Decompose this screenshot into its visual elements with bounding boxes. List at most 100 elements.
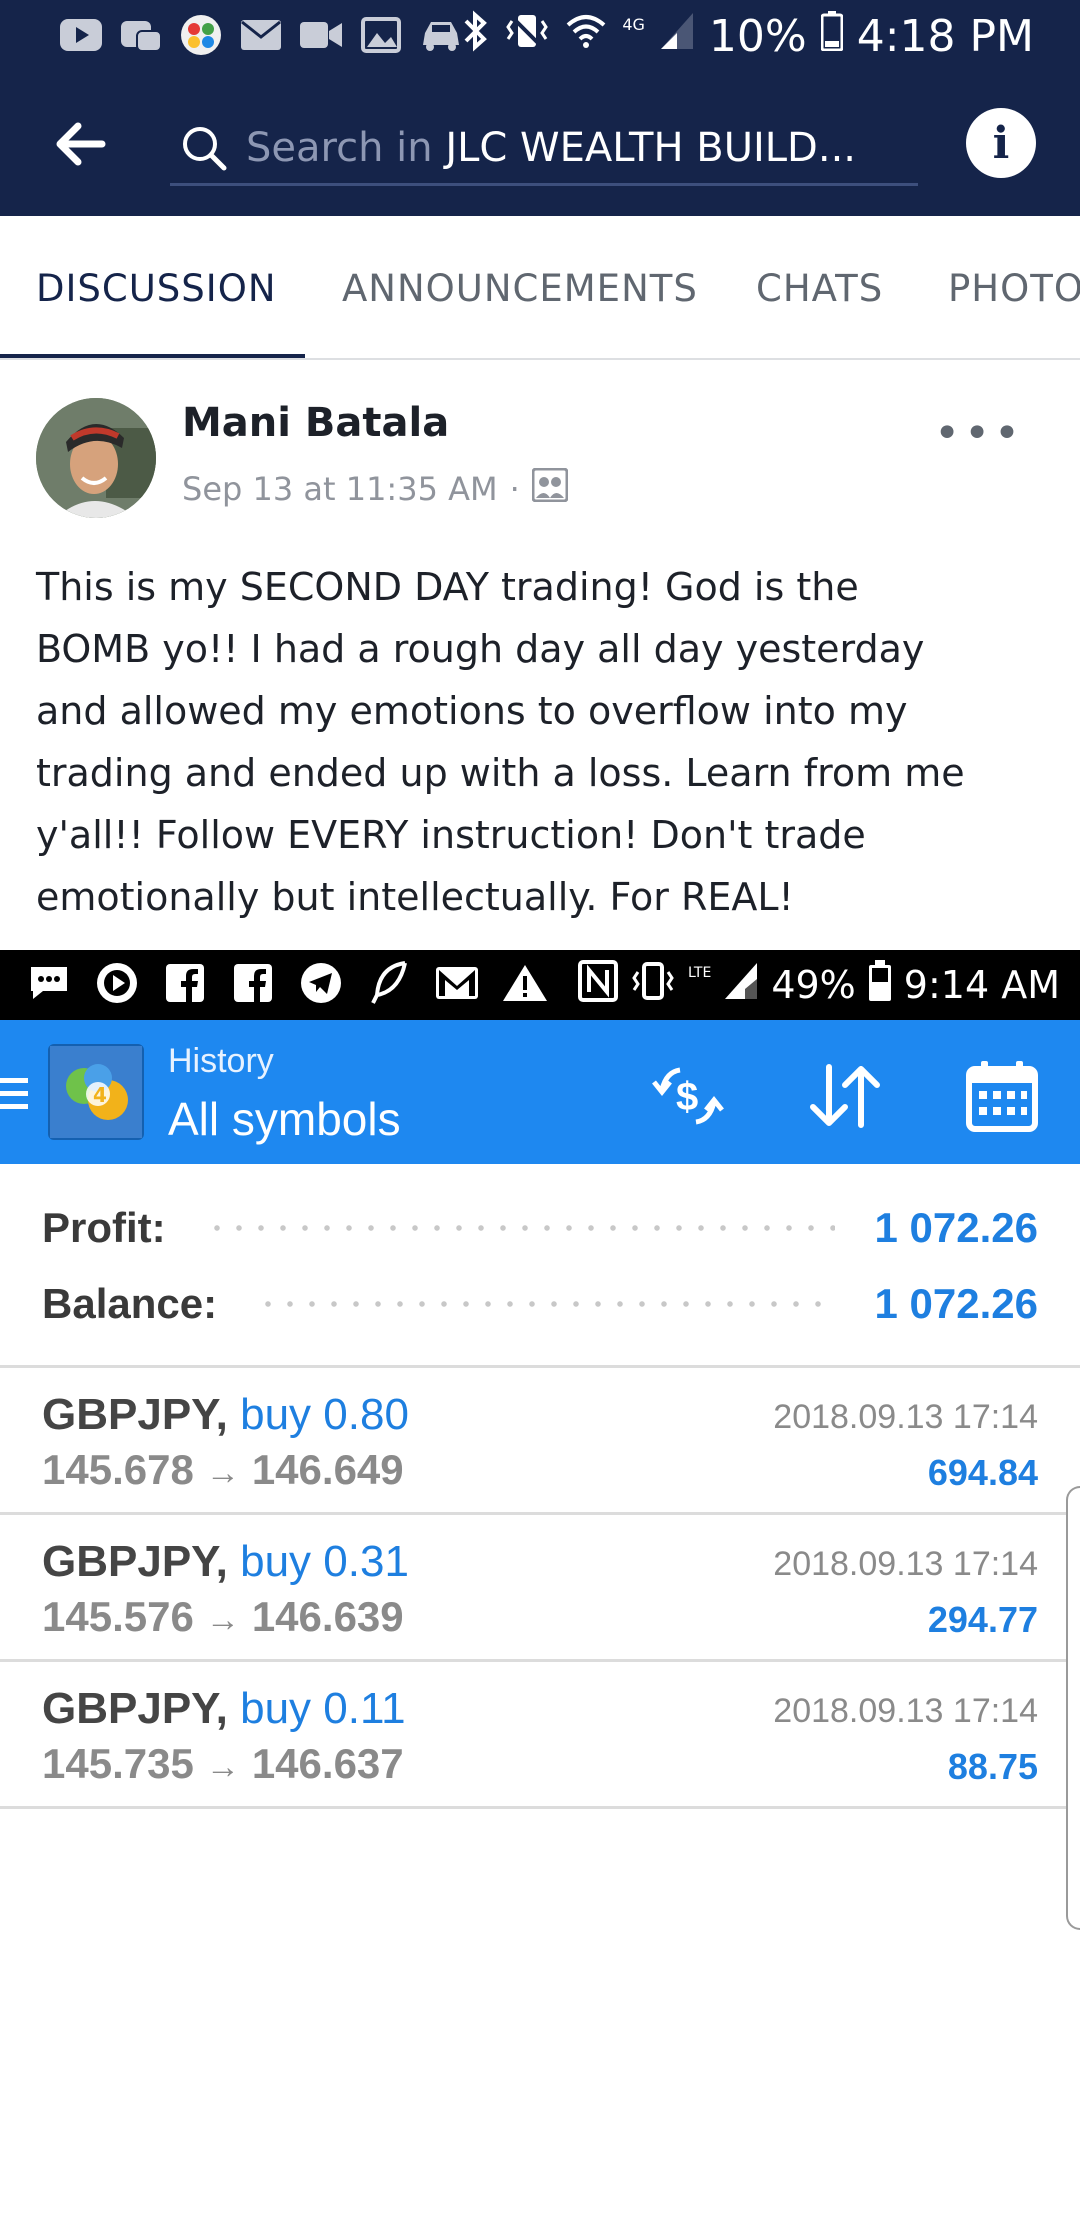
deal-profit: 294.77 (927, 1599, 1038, 1640)
deal-action: buy 0.11 (240, 1684, 406, 1733)
metatrader-logo-icon: 4 (48, 1044, 144, 1140)
deal-time: 2018.09.13 17:14 (773, 1545, 1038, 1583)
deal-close-price: 146.639 (251, 1593, 404, 1640)
search-placeholder: Search in JLC WEALTH BUILD... (246, 124, 856, 171)
info-button[interactable]: i (966, 108, 1036, 178)
status-bar: 4G 10% 4:18 PM (0, 0, 1080, 72)
battery-percent: 49% (771, 963, 856, 1007)
arrow-right-icon: → (205, 1748, 240, 1786)
post-meta: Sep 13 at 11:35 AM · (182, 467, 569, 510)
play-icon (94, 960, 140, 1006)
list-item[interactable]: GBPJPY, buy 0.80 145.678 → 146.649 2018.09… (0, 1368, 1080, 1515)
facebook-icon (230, 960, 276, 1006)
deal-close-price: 146.637 (251, 1740, 404, 1787)
deals-list: GBPJPY, buy 0.80 145.678 → 146.649 2018.09… (0, 1368, 1080, 1809)
more-options-button[interactable]: ••• (934, 408, 1024, 459)
mail-icon (238, 12, 284, 58)
tab-chats[interactable]: CHATS (756, 216, 883, 358)
image-icon (358, 12, 404, 58)
battery-percent: 10% (708, 10, 807, 62)
battery-icon (868, 959, 892, 1011)
meta-separator: · (509, 470, 520, 508)
post-body: This is my SECOND DAY trading! God is th… (36, 556, 1046, 928)
status-time: 9:14 AM (903, 963, 1060, 1007)
post-line: trading and ended up with a loss. Learn … (36, 751, 965, 795)
status-time: 4:18 PM (856, 10, 1034, 62)
deal-open-price: 145.576 (42, 1593, 194, 1640)
profit-row: Profit: 1 072.26 (42, 1198, 1038, 1258)
deal-symbol: GBPJPY, (42, 1684, 228, 1733)
gmail-icon (434, 960, 480, 1006)
post-timestamp[interactable]: Sep 13 at 11:35 AM (182, 470, 498, 508)
post-line: and allowed my emotions to overflow into… (36, 689, 908, 733)
bluetooth-icon (460, 9, 490, 64)
list-item[interactable]: GBPJPY, buy 0.11 145.735 → 146.637 2018.09… (0, 1662, 1080, 1809)
screen-title: History (168, 1042, 274, 1080)
group-audience-icon (531, 467, 569, 510)
battery-icon (820, 10, 844, 62)
attached-screenshot-status-bar: LTE 49% 9:14 AM (0, 950, 1080, 1020)
tab-discussion[interactable]: DISCUSSION (36, 216, 277, 358)
game-icon (118, 12, 164, 58)
signal-icon (723, 961, 759, 1010)
search-icon (180, 124, 228, 172)
deal-time: 2018.09.13 17:14 (773, 1692, 1038, 1730)
deal-profit: 88.75 (947, 1746, 1038, 1787)
deal-action: buy 0.80 (240, 1390, 409, 1439)
currency-exchange-icon[interactable]: $ (648, 1056, 728, 1136)
post-line: y'all!! Follow EVERY instruction! Don't … (36, 813, 866, 857)
tab-announcements[interactable]: ANNOUNCEMENTS (342, 216, 698, 358)
color-ball-icon (178, 12, 224, 58)
post-line: This is my SECOND DAY trading! God is th… (36, 565, 859, 609)
deal-open-price: 145.735 (42, 1740, 194, 1787)
balance-row: Balance: 1 072.26 (42, 1274, 1038, 1334)
profit-label: Profit: (42, 1204, 166, 1251)
warning-icon (502, 960, 548, 1006)
post-card: Mani Batala Sep 13 at 11:35 AM · ••• Thi… (0, 360, 1080, 950)
lte-label: LTE (688, 965, 712, 981)
arrow-right-icon: → (205, 1454, 240, 1492)
avatar[interactable] (36, 398, 156, 518)
telegram-icon (298, 960, 344, 1006)
history-summary: Profit: 1 072.26 Balance: 1 072.26 (0, 1164, 1080, 1368)
svg-text:$: $ (676, 1075, 698, 1119)
calendar-icon[interactable] (962, 1056, 1042, 1136)
sort-icon[interactable] (805, 1056, 885, 1136)
search-header: Search in JLC WEALTH BUILD... i (0, 72, 1080, 216)
balance-label: Balance: (42, 1280, 218, 1327)
signal-icon (659, 11, 695, 62)
menu-icon[interactable] (0, 1074, 30, 1114)
back-arrow-icon[interactable] (52, 116, 108, 172)
vibrate-icon (504, 9, 550, 64)
group-search-input[interactable]: Search in JLC WEALTH BUILD... (170, 112, 918, 186)
wifi-icon (564, 11, 608, 62)
chat-icon (26, 960, 72, 1006)
tab-photos[interactable]: PHOTOS (948, 216, 1080, 358)
post-line: emotionally but intellectually. For REAL… (36, 875, 794, 919)
profit-value: 1 072.26 (874, 1204, 1039, 1251)
list-item[interactable]: GBPJPY, buy 0.31 145.576 → 146.639 2018.09… (0, 1515, 1080, 1662)
deal-action: buy 0.31 (240, 1537, 409, 1586)
post-author[interactable]: Mani Batala (182, 400, 449, 446)
car-icon (418, 12, 464, 58)
youtube-icon (58, 12, 104, 58)
dotted-leader (205, 1224, 835, 1232)
deal-close-price: 146.649 (251, 1446, 404, 1493)
nfc-icon (578, 959, 619, 1011)
facebook-icon (162, 960, 208, 1006)
arrow-right-icon: → (205, 1601, 240, 1639)
scroll-handle[interactable] (1066, 1486, 1080, 1930)
deal-profit: 694.84 (927, 1452, 1038, 1493)
feather-icon (366, 960, 412, 1006)
symbol-filter[interactable]: All symbols (168, 1092, 401, 1146)
video-icon (298, 12, 344, 58)
network-type: 4G (622, 14, 645, 34)
group-tabs: DISCUSSION ANNOUNCEMENTS CHATS PHOTOS (0, 216, 1080, 360)
trade-app-toolbar: 4 History All symbols $ (0, 1020, 1080, 1164)
deal-open-price: 145.678 (42, 1446, 194, 1493)
deal-time: 2018.09.13 17:14 (773, 1398, 1038, 1436)
svg-text:4: 4 (93, 1083, 107, 1107)
vibrate-icon (630, 960, 676, 1011)
deal-symbol: GBPJPY, (42, 1390, 228, 1439)
post-line: BOMB yo!! I had a rough day all day yest… (36, 627, 925, 671)
